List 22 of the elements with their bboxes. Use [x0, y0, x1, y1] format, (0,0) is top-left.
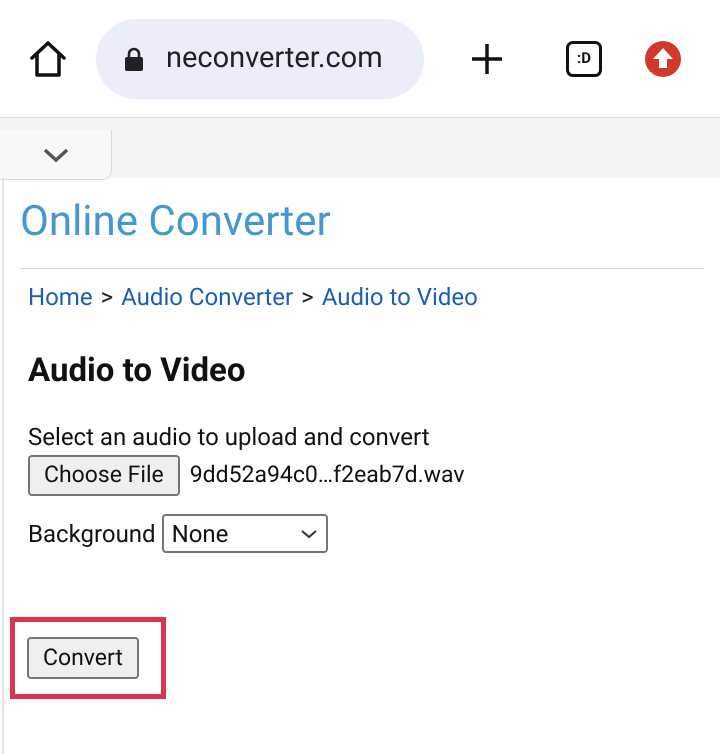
background-select[interactable]: None — [162, 514, 328, 553]
file-name: 9dd52a94c0…f2eab7d.wav — [190, 460, 464, 490]
plus-icon[interactable] — [470, 42, 504, 76]
breadcrumb-separator: > — [301, 282, 314, 313]
caret-icon — [300, 528, 318, 538]
breadcrumb-link[interactable]: Audio Converter — [121, 281, 294, 313]
url-text: neconverter.com — [166, 40, 383, 77]
address-bar[interactable]: neconverter.com — [96, 18, 424, 98]
page-heading: Audio to Video — [28, 351, 247, 391]
choose-file-button[interactable]: Choose File — [28, 455, 180, 496]
breadcrumb-separator: > — [100, 282, 114, 313]
breadcrumb-link[interactable]: Audio to Video — [322, 281, 478, 313]
upload-icon[interactable] — [644, 40, 682, 78]
convert-button[interactable]: Convert — [27, 637, 139, 679]
background-label: Background — [28, 518, 156, 550]
chevron-down-icon — [42, 146, 70, 162]
extension-button[interactable]: :D — [566, 40, 602, 76]
site-title: Online Converter — [20, 196, 332, 248]
instruction-text: Select an audio to upload and convert — [28, 422, 431, 453]
home-icon[interactable] — [28, 40, 68, 78]
lock-icon — [124, 46, 144, 70]
breadcrumb-link[interactable]: Home — [28, 281, 93, 313]
